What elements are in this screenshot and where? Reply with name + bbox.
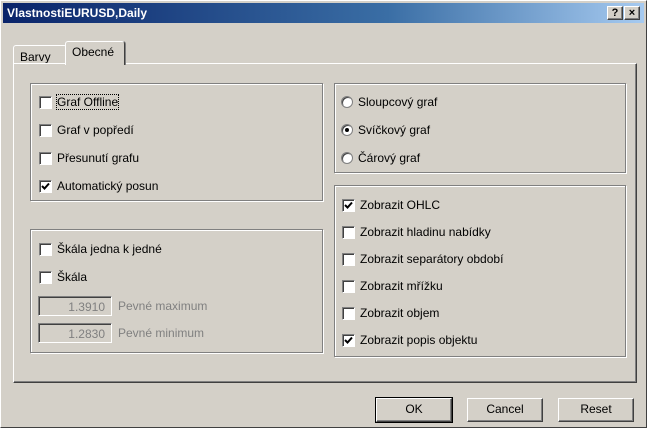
checkbox-label: Graf v popředí xyxy=(57,123,134,137)
checkbox-zobrazit-objem[interactable]: Zobrazit objem xyxy=(342,304,439,322)
checkbox-box[interactable] xyxy=(342,198,355,212)
checkbox-label: Graf Offline xyxy=(55,94,120,110)
close-button[interactable]: × xyxy=(624,6,640,20)
checkbox-label: Škála xyxy=(57,270,88,284)
checkmark-icon xyxy=(41,182,50,190)
checkbox-box[interactable] xyxy=(39,123,52,137)
checkbox-box[interactable] xyxy=(39,242,52,256)
checkbox-zobrazit-ohlc[interactable]: Zobrazit OHLC xyxy=(342,196,440,214)
checkbox-label: Zobrazit mřížku xyxy=(360,279,443,293)
tab-barvy[interactable]: Barvy xyxy=(13,45,67,64)
checkbox-box[interactable] xyxy=(342,225,355,239)
radio-svickovy-graf[interactable]: Svíčkový graf xyxy=(341,121,430,139)
checkbox-box[interactable] xyxy=(39,151,52,165)
checkbox-box[interactable] xyxy=(39,270,52,284)
checkbox-box[interactable] xyxy=(39,179,52,193)
radio-dot-icon xyxy=(345,128,349,132)
checkbox-graf-offline[interactable]: Graf Offline xyxy=(39,93,120,111)
radio-label: Čárový graf xyxy=(358,151,421,165)
checkmark-icon xyxy=(344,201,353,209)
checkbox-zobrazit-separatory-obdobi[interactable]: Zobrazit separátory období xyxy=(342,250,503,268)
fixed-maximum-label: Pevné maximum xyxy=(118,299,208,313)
checkbox-box[interactable] xyxy=(342,279,355,293)
checkmark-icon xyxy=(344,336,353,344)
properties-dialog: VlastnostiEURUSD,Daily ? × Barvy Obecné … xyxy=(0,0,647,428)
checkbox-presunuti-grafu[interactable]: Přesunutí grafu xyxy=(39,149,139,167)
checkbox-zobrazit-popis-objektu[interactable]: Zobrazit popis objektu xyxy=(342,331,477,349)
ok-button[interactable]: OK xyxy=(375,397,453,423)
tab-obecne[interactable]: Obecné xyxy=(65,41,125,65)
title-bar: VlastnostiEURUSD,Daily ? × xyxy=(3,3,644,23)
fixed-maximum-input[interactable]: 1.3910 xyxy=(38,296,112,316)
checkbox-box[interactable] xyxy=(342,306,355,320)
checkbox-zobrazit-hladinu-nabidky[interactable]: Zobrazit hladinu nabídky xyxy=(342,223,491,241)
radio-label: Sloupcový graf xyxy=(358,95,438,109)
radio-carovy-graf[interactable]: Čárový graf xyxy=(341,149,420,167)
radio-circle[interactable] xyxy=(341,152,353,164)
radio-circle[interactable] xyxy=(341,124,353,136)
checkbox-label: Zobrazit OHLC xyxy=(360,198,441,212)
cancel-button[interactable]: Cancel xyxy=(467,398,543,422)
reset-button[interactable]: Reset xyxy=(558,398,634,422)
radio-circle[interactable] xyxy=(341,96,353,108)
checkbox-label: Zobrazit objem xyxy=(360,306,440,320)
checkbox-graf-v-popredi[interactable]: Graf v popředí xyxy=(39,121,134,139)
checkbox-label: Automatický posun xyxy=(57,179,159,193)
help-button[interactable]: ? xyxy=(607,6,623,20)
checkbox-label: Zobrazit hladinu nabídky xyxy=(360,225,491,239)
checkbox-skala[interactable]: Škála xyxy=(39,268,87,286)
window-title: VlastnostiEURUSD,Daily xyxy=(7,6,148,20)
checkbox-box[interactable] xyxy=(342,333,355,347)
radio-sloupcovy-graf[interactable]: Sloupcový graf xyxy=(341,93,437,111)
checkbox-box[interactable] xyxy=(39,95,52,109)
checkbox-label: Škála jedna k jedné xyxy=(57,242,162,256)
checkbox-label: Zobrazit separátory období xyxy=(360,252,504,266)
radio-label: Svíčkový graf xyxy=(358,123,431,137)
checkbox-label: Přesunutí grafu xyxy=(57,151,140,165)
checkbox-zobrazit-mrizku[interactable]: Zobrazit mřížku xyxy=(342,277,443,295)
checkbox-label: Zobrazit popis objektu xyxy=(360,333,478,347)
checkbox-automaticky-posun[interactable]: Automatický posun xyxy=(39,177,158,195)
checkbox-box[interactable] xyxy=(342,252,355,266)
checkbox-skala-jedna-k-jedne[interactable]: Škála jedna k jedné xyxy=(39,240,162,258)
fixed-minimum-label: Pevné minimum xyxy=(118,326,205,340)
fixed-minimum-input[interactable]: 1.2830 xyxy=(38,323,112,343)
